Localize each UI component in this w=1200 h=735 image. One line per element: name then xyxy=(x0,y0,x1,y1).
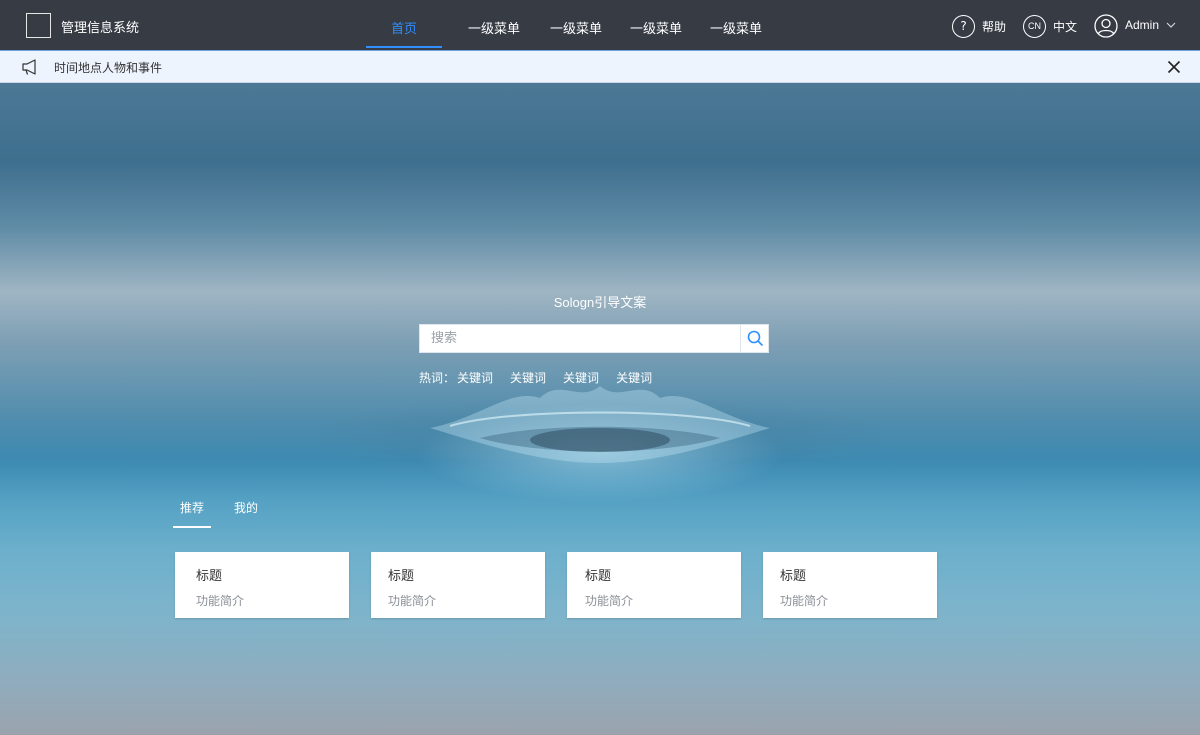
search-button[interactable] xyxy=(740,325,769,352)
tab-mine[interactable]: 我的 xyxy=(234,500,258,528)
megaphone-icon xyxy=(22,59,36,75)
feature-card[interactable]: 标题 功能简介 xyxy=(371,552,545,618)
user-menu[interactable]: Admin xyxy=(1125,18,1159,32)
feature-card[interactable]: 标题 功能简介 xyxy=(763,552,937,618)
nav-item-home[interactable]: 首页 xyxy=(366,0,442,50)
card-description: 功能简介 xyxy=(585,594,634,608)
feature-cards: 标题 功能简介 标题 功能简介 标题 功能简介 标题 功能简介 xyxy=(175,552,937,618)
nav-item-menu-4[interactable]: 一级菜单 xyxy=(696,0,776,50)
card-description: 功能简介 xyxy=(388,594,437,608)
top-navbar: 管理信息系统 首页 一级菜单 一级菜单 一级菜单 一级菜单 ? 帮助 CN 中文… xyxy=(0,0,1200,50)
main-nav: 首页 一级菜单 一级菜单 一级菜单 一级菜单 xyxy=(366,0,776,50)
search-input[interactable] xyxy=(420,325,740,352)
card-title: 标题 xyxy=(196,569,223,584)
hero-background xyxy=(0,83,1200,735)
hotword-link[interactable]: 关键词 xyxy=(616,369,652,386)
close-icon[interactable] xyxy=(1167,60,1181,74)
hotwords: 热词： 关键词 关键词 关键词 关键词 xyxy=(419,369,669,386)
chevron-down-icon[interactable] xyxy=(1166,22,1176,28)
hotword-link[interactable]: 关键词 xyxy=(457,369,493,386)
feature-card[interactable]: 标题 功能简介 xyxy=(175,552,349,618)
language-cn-icon[interactable]: CN xyxy=(1023,15,1046,38)
notice-bar: 时间地点人物和事件 xyxy=(0,50,1200,83)
search-box xyxy=(419,324,769,353)
help-link[interactable]: 帮助 xyxy=(982,18,1006,35)
card-title: 标题 xyxy=(780,569,807,584)
user-circle-icon[interactable] xyxy=(1094,14,1118,38)
nav-item-menu-3[interactable]: 一级菜单 xyxy=(616,0,696,50)
nav-item-menu-2[interactable]: 一级菜单 xyxy=(536,0,616,50)
logo[interactable] xyxy=(26,13,51,38)
guide-text: Sologn引导文案 xyxy=(553,295,647,310)
feature-card[interactable]: 标题 功能简介 xyxy=(567,552,741,618)
question-circle-icon[interactable]: ? xyxy=(952,15,975,38)
hotwords-label: 热词： xyxy=(419,371,456,385)
hotword-link[interactable]: 关键词 xyxy=(510,369,546,386)
language-switch[interactable]: 中文 xyxy=(1053,18,1077,35)
card-description: 功能简介 xyxy=(780,594,829,608)
hotword-link[interactable]: 关键词 xyxy=(563,369,599,386)
content-tabs: 推荐 我的 xyxy=(173,500,258,528)
app-title: 管理信息系统 xyxy=(61,21,140,36)
tab-recommended[interactable]: 推荐 xyxy=(173,500,211,528)
notice-text: 时间地点人物和事件 xyxy=(54,61,163,75)
card-title: 标题 xyxy=(585,569,612,584)
card-description: 功能简介 xyxy=(196,594,245,608)
nav-item-menu-1[interactable]: 一级菜单 xyxy=(452,0,536,50)
card-title: 标题 xyxy=(388,569,415,584)
search-icon xyxy=(747,330,764,347)
